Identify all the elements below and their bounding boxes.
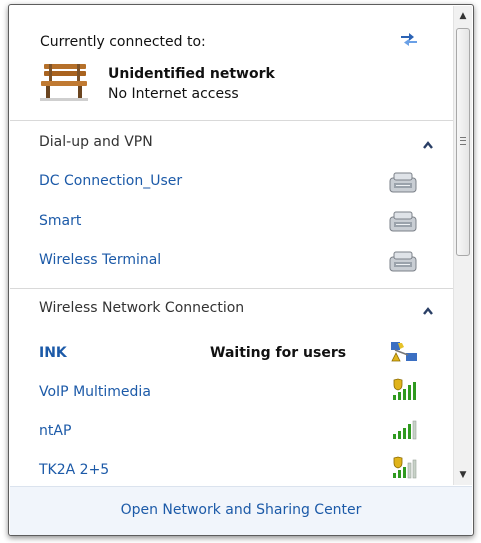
connection-wireless-terminal[interactable]: Wireless Terminal	[39, 252, 161, 268]
dialup-modem-icon	[389, 172, 417, 193]
secured-signal-icon	[393, 456, 417, 479]
network-flyout: Currently connected to: Unidentified net…	[8, 4, 474, 536]
connection-smart[interactable]: Smart	[39, 213, 81, 229]
dialup-modem-icon	[389, 251, 417, 272]
divider	[10, 288, 453, 289]
park-bench-icon	[40, 64, 88, 101]
secured-signal-icon	[393, 378, 416, 400]
network-voip-multimedia[interactable]: VoIP Multimedia	[39, 384, 151, 400]
group-label-dialup: Dial-up and VPN	[39, 134, 153, 150]
scroll-down-arrow-icon[interactable]: ▼	[454, 466, 472, 484]
divider	[10, 120, 453, 121]
group-label-wireless: Wireless Network Connection	[39, 300, 245, 316]
current-network-name: Unidentified network	[108, 66, 275, 82]
network-ink-status: Waiting for users	[210, 345, 347, 361]
open-network-sharing-center-link[interactable]: Open Network and Sharing Center	[10, 502, 472, 518]
flyout-footer: Open Network and Sharing Center	[10, 486, 472, 535]
scrollbar-grip-icon	[460, 137, 466, 145]
connection-dc-connection-user[interactable]: DC Connection_User	[39, 173, 182, 189]
current-network-status: No Internet access	[108, 86, 239, 102]
network-tk2a[interactable]: TK2A 2+5	[39, 462, 109, 478]
ad-hoc-network-icon	[391, 342, 417, 362]
connected-title: Currently connected to:	[40, 34, 206, 50]
scrollbar-thumb[interactable]	[456, 28, 470, 256]
signal-strength-icon	[393, 420, 417, 440]
collapse-chevron-icon[interactable]	[422, 306, 434, 316]
scroll-up-arrow-icon[interactable]: ▲	[454, 7, 472, 25]
vertical-scrollbar[interactable]: ▲ ▼	[453, 6, 472, 485]
network-ntap[interactable]: ntAP	[39, 423, 71, 439]
refresh-network-icon[interactable]	[398, 30, 420, 46]
dialup-modem-icon	[389, 211, 417, 232]
network-ink[interactable]: INK	[39, 345, 67, 361]
collapse-chevron-icon[interactable]	[422, 140, 434, 150]
network-list: Currently connected to: Unidentified net…	[10, 6, 453, 485]
